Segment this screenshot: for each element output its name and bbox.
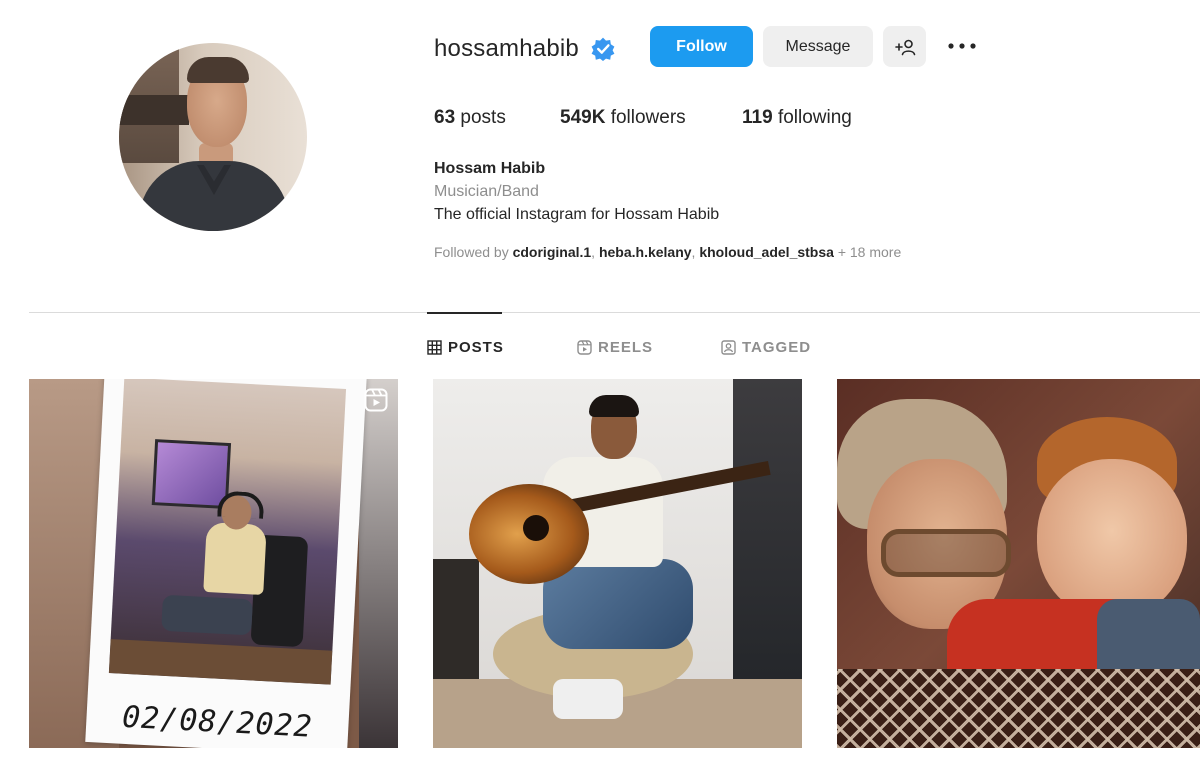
profile-avatar[interactable] <box>119 43 307 231</box>
followed-by-account[interactable]: kholoud_adel_stbsa <box>699 244 834 260</box>
profile-category: Musician/Band <box>434 183 539 200</box>
grid-icon <box>427 340 442 355</box>
post-thumbnail[interactable] <box>837 379 1200 748</box>
message-button[interactable]: Message <box>763 26 873 67</box>
verified-badge-icon <box>591 37 615 61</box>
post-thumbnail[interactable]: 02/08/2022 <box>29 379 398 748</box>
follow-button[interactable]: Follow <box>650 26 753 67</box>
followers-link[interactable]: 549K followers <box>560 107 686 129</box>
followed-by-prefix: Followed by <box>434 244 509 260</box>
tab-reels[interactable]: REELS <box>577 339 653 356</box>
profile-bio: The official Instagram for Hossam Habib <box>434 206 720 223</box>
post-thumbnail[interactable] <box>433 379 802 748</box>
active-tab-indicator <box>427 312 502 314</box>
followed-by-account[interactable]: heba.h.kelany <box>599 244 692 260</box>
suggested-users-button[interactable] <box>883 26 926 67</box>
followed-by-more[interactable]: + 18 more <box>838 244 901 260</box>
reel-badge-icon <box>364 388 388 412</box>
tab-posts[interactable]: POSTS <box>427 339 504 356</box>
profile-username: hossamhabib <box>434 35 579 62</box>
tab-tagged[interactable]: TAGGED <box>721 339 811 356</box>
followed-by[interactable]: Followed by cdoriginal.1, heba.h.kelany,… <box>434 244 901 260</box>
add-user-icon <box>894 39 915 55</box>
followed-by-account[interactable]: cdoriginal.1 <box>513 244 592 260</box>
posts-count: 63 posts <box>434 107 506 128</box>
tabs-divider <box>29 312 1200 313</box>
tagged-icon <box>721 340 736 355</box>
more-horizontal-icon[interactable] <box>946 38 978 54</box>
following-link[interactable]: 119 following <box>742 107 852 129</box>
polaroid-frame: 02/08/2022 <box>85 379 367 748</box>
profile-full-name: Hossam Habib <box>434 160 546 177</box>
post-overlay-date: 02/08/2022 <box>121 699 314 745</box>
profile-page: hossamhabib Follow Message 63 posts 549K… <box>0 0 1200 766</box>
reels-icon <box>577 340 592 355</box>
